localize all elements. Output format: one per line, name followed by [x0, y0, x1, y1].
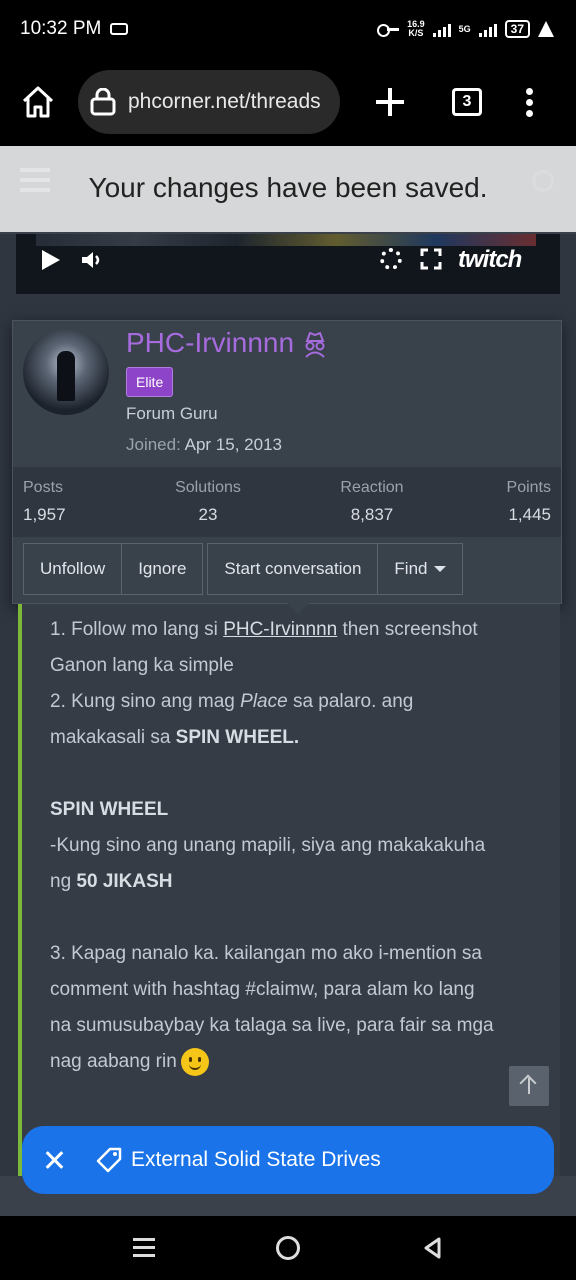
start-conversation-button[interactable]: Start conversation: [207, 543, 379, 595]
home-nav-icon[interactable]: [276, 1236, 300, 1260]
avatar[interactable]: [23, 329, 109, 415]
new-tab-icon[interactable]: [374, 86, 406, 118]
play-icon[interactable]: [42, 250, 60, 270]
video-frame: [36, 234, 536, 246]
username[interactable]: PHC-Irvinnnn: [126, 327, 294, 359]
joined-label: Joined:: [126, 435, 181, 454]
user-tooltip-card: PHC-Irvinnnn Elite Forum Guru Joined: Ap…: [12, 320, 562, 604]
stat-label: Points: [506, 479, 551, 496]
stat-value: 23: [198, 505, 218, 524]
post-strong: SPIN WHEEL.: [175, 727, 300, 748]
settings-icon[interactable]: [380, 248, 402, 270]
post-line: Ganon lang ka simple: [50, 655, 234, 676]
shopping-suggestion-chip[interactable]: External Solid State Drives: [22, 1126, 554, 1194]
url-text[interactable]: phcorner.net/threads: [128, 90, 328, 114]
recents-icon[interactable]: [133, 1238, 155, 1258]
more-menu-icon[interactable]: [526, 88, 534, 118]
post-line: nag aabang rin: [50, 1051, 177, 1072]
post-line: ng: [50, 871, 77, 892]
post-emphasis: Place: [240, 691, 288, 712]
post-line: sa palaro. ang: [287, 691, 414, 712]
flask-icon: [538, 21, 554, 37]
elite-badge: Elite: [126, 367, 174, 397]
network-speed-unit: K/S: [408, 28, 424, 38]
web-page: Your changes have been saved. twitch PHC…: [0, 146, 576, 1216]
ignore-button[interactable]: Ignore: [122, 543, 204, 595]
twitch-logo[interactable]: twitch: [458, 246, 522, 274]
network-speed: 16.9 K/S: [407, 20, 425, 38]
tag-icon: [96, 1147, 122, 1173]
joined-info: Joined: Apr 15, 2013: [126, 435, 282, 455]
post-line: makakasali sa: [50, 727, 176, 748]
joined-date: Apr 15, 2013: [184, 435, 282, 454]
post-line: -Kung sino ang unang mapili, siya ang ma…: [50, 835, 486, 856]
browser-toolbar: phcorner.net/threads 3: [0, 58, 576, 146]
stat-solutions: Solutions 23: [168, 479, 248, 525]
status-bar: 10:32 PM 16.9 K/S 5G 37: [0, 0, 576, 58]
tab-switcher-button[interactable]: 3: [452, 88, 482, 116]
network-type: 5G: [458, 23, 471, 34]
fullscreen-icon[interactable]: [420, 248, 442, 270]
home-icon[interactable]: [20, 84, 56, 120]
notification-icon: [110, 23, 128, 35]
close-icon[interactable]: [44, 1150, 64, 1170]
stat-value: 1,445: [508, 505, 551, 524]
post-line: 2. Kung sino ang mag: [50, 691, 241, 712]
stat-label: Posts: [23, 479, 64, 496]
find-button[interactable]: Find: [378, 543, 463, 595]
stat-posts: Posts 1,957: [23, 479, 66, 525]
user-stats: Posts 1,957 Solutions 23 Reaction 8,837 …: [13, 467, 561, 537]
scroll-to-top-button[interactable]: [509, 1066, 549, 1106]
user-title: Forum Guru: [126, 404, 218, 423]
toast-message: Your changes have been saved.: [88, 172, 488, 203]
stat-label: Reaction: [340, 479, 404, 496]
volume-icon[interactable]: [80, 248, 104, 272]
post-line: 3. Kapag nanalo ka. kailangan mo ako i-m…: [50, 943, 482, 964]
stat-value: 8,837: [350, 505, 394, 524]
spy-badge-icon: [305, 331, 325, 358]
signal-icon: [432, 21, 451, 37]
suggestion-label[interactable]: External Solid State Drives: [131, 1148, 381, 1172]
post-text: 1. Follow mo lang si PHC-Irvinnnn then s…: [50, 612, 550, 1080]
post-line: na sumusubaybay ka talaga sa live, para …: [50, 1015, 494, 1036]
post-line: 1. Follow mo lang si: [50, 619, 224, 640]
system-nav-bar: [0, 1216, 576, 1280]
url-bar[interactable]: phcorner.net/threads: [78, 70, 340, 134]
unfollow-button[interactable]: Unfollow: [23, 543, 123, 595]
back-icon[interactable]: [421, 1236, 445, 1260]
video-player[interactable]: twitch: [16, 234, 560, 294]
smiley-emoji-icon: [180, 1047, 209, 1076]
spin-wheel-heading: SPIN WHEEL: [50, 799, 169, 820]
stat-points: Points 1,445: [507, 479, 551, 525]
stat-reaction: Reaction 8,837: [333, 479, 411, 525]
status-indicators: 16.9 K/S 5G 37: [377, 16, 554, 42]
stat-value: 1,957: [23, 505, 66, 524]
battery-level: 37: [504, 20, 530, 38]
status-time: 10:32 PM: [20, 18, 102, 39]
user-actions: Unfollow Ignore Start conversation Find: [23, 543, 463, 595]
post-strong: 50 JIKASH: [76, 871, 173, 892]
chevron-down-icon: [433, 566, 446, 572]
lock-icon: [90, 88, 116, 116]
post-content: 1. Follow mo lang si PHC-Irvinnnn then s…: [18, 602, 560, 1216]
saved-toast: Your changes have been saved.: [0, 146, 576, 232]
signal-icon-2: [478, 21, 497, 37]
user-mention-link[interactable]: PHC-Irvinnnn: [223, 619, 337, 640]
find-label: Find: [394, 559, 428, 578]
vpn-key-icon: [377, 22, 400, 37]
post-line: comment with hashtag #claimw, para alam …: [50, 979, 475, 1000]
post-line: then screenshot: [337, 619, 478, 640]
stat-label: Solutions: [175, 479, 241, 496]
